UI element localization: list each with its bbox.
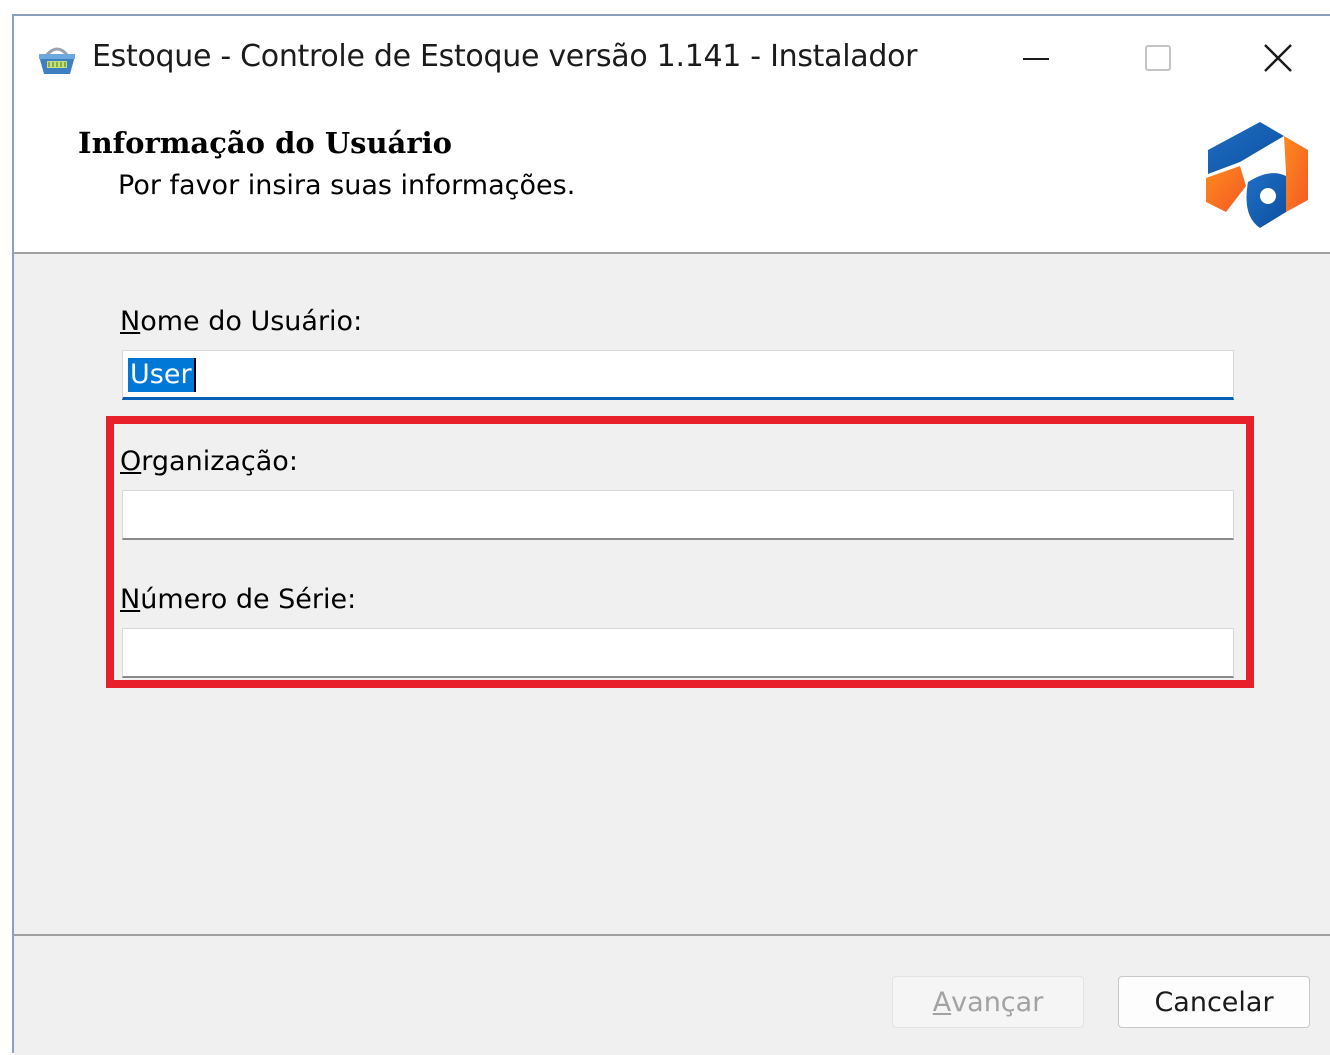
username-label: Nome do Usuário:	[120, 306, 363, 337]
text-caret	[194, 358, 196, 392]
serial-number-label: Número de Série:	[120, 584, 357, 615]
username-input[interactable]	[122, 350, 1234, 400]
minimize-button[interactable]	[986, 26, 1086, 90]
window-title: Estoque - Controle de Estoque versão 1.1…	[92, 39, 918, 74]
wizard-header: Informação do Usuário Por favor insira s…	[14, 98, 1330, 254]
close-button[interactable]	[1228, 26, 1328, 90]
next-button: Avançar	[892, 976, 1084, 1028]
basket-icon	[39, 47, 75, 74]
wizard-footer: Avançar Cancelar	[14, 934, 1330, 1055]
title-bar[interactable]: Estoque - Controle de Estoque versão 1.1…	[14, 16, 1330, 98]
serial-number-input[interactable]	[122, 628, 1234, 678]
username-selected-text: User	[128, 358, 194, 392]
close-icon	[1264, 44, 1292, 72]
minimize-icon	[1023, 58, 1049, 60]
maximize-icon	[1145, 45, 1171, 71]
organization-input[interactable]	[122, 490, 1234, 540]
page-title: Informação do Usuário	[78, 126, 452, 160]
form-area: Nome do Usuário: User Organização: Númer…	[14, 254, 1330, 934]
installer-logo-icon	[1206, 122, 1308, 228]
installer-window: Estoque - Controle de Estoque versão 1.1…	[12, 14, 1330, 1055]
cancel-button[interactable]: Cancelar	[1118, 976, 1310, 1028]
page-subtitle: Por favor insira suas informações.	[118, 170, 576, 201]
maximize-button	[1108, 26, 1208, 90]
organization-label: Organização:	[120, 446, 298, 477]
